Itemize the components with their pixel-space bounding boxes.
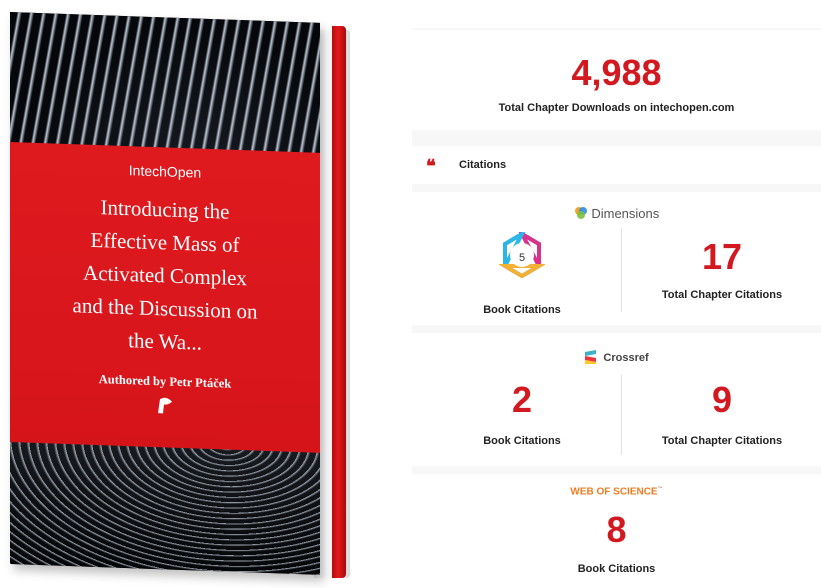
downloads-count: 4,988 xyxy=(571,52,662,93)
dimensions-brand: Dimensions xyxy=(412,206,821,221)
wos-book-count: 8 xyxy=(606,509,627,551)
dimensions-book-col: 5 Book Citations xyxy=(422,228,622,316)
wos-trademark: ™ xyxy=(657,486,663,492)
quote-icon: ❝ xyxy=(426,156,436,176)
citations-header: ❝ Citations xyxy=(412,146,821,184)
crossref-book-col: 2 Book Citations xyxy=(422,379,622,447)
dimensions-book-label: Book Citations xyxy=(483,304,561,316)
book-publisher: IntechOpen xyxy=(128,162,202,181)
dimensions-logo-icon xyxy=(574,207,587,219)
dimensions-chapter-label: Total Chapter Citations xyxy=(661,289,783,301)
crossref-logo-icon xyxy=(585,350,597,364)
crossref-chapter-count: 9 xyxy=(711,379,733,420)
crossref-book-count: 2 xyxy=(511,379,533,420)
crossref-book-label: Book Citations xyxy=(483,435,561,447)
dimensions-chapter-count: 17 xyxy=(701,236,743,277)
citations-title: Citations xyxy=(459,159,507,171)
dimensions-chapter-col: 17 Total Chapter Citations xyxy=(622,232,821,301)
intechopen-leaf-icon xyxy=(10,390,320,426)
dimensions-card[interactable]: Dimensions 5 Book Citations 17 Total Cha… xyxy=(412,192,821,325)
cover-title-panel: IntechOpen Introducing the Effective Mas… xyxy=(10,142,320,453)
crossref-chapter-label: Total Chapter Citations xyxy=(661,435,783,447)
crossref-brand-label: Crossref xyxy=(603,352,649,364)
book-cover-image: IntechOpen Introducing the Effective Mas… xyxy=(10,12,350,578)
crossref-chapter-col: 9 Total Chapter Citations xyxy=(622,379,821,447)
book-spine-edge xyxy=(332,26,346,578)
wos-book-label: Book Citations xyxy=(577,563,656,576)
crossref-card[interactable]: Crossref 2 Book Citations 9 Total Chapte… xyxy=(412,333,821,466)
web-of-science-card[interactable]: WEB OF SCIENCE™ 8 Book Citations xyxy=(412,474,821,588)
wos-brand-label: WEB OF SCIENCE xyxy=(570,486,658,498)
book-front: IntechOpen Introducing the Effective Mas… xyxy=(10,12,320,575)
book-title: Introducing the Effective Mass of Activa… xyxy=(20,188,310,363)
dimensions-brand-label: Dimensions xyxy=(591,206,660,221)
wos-brand: WEB OF SCIENCE™ xyxy=(412,486,821,497)
downloads-card: 4,988 Total Chapter Downloads on intecho… xyxy=(412,30,821,130)
dimensions-badge-icon: 5 xyxy=(497,228,547,279)
downloads-label: Total Chapter Downloads on intechopen.co… xyxy=(498,102,735,114)
crossref-brand: Crossref xyxy=(412,349,821,365)
